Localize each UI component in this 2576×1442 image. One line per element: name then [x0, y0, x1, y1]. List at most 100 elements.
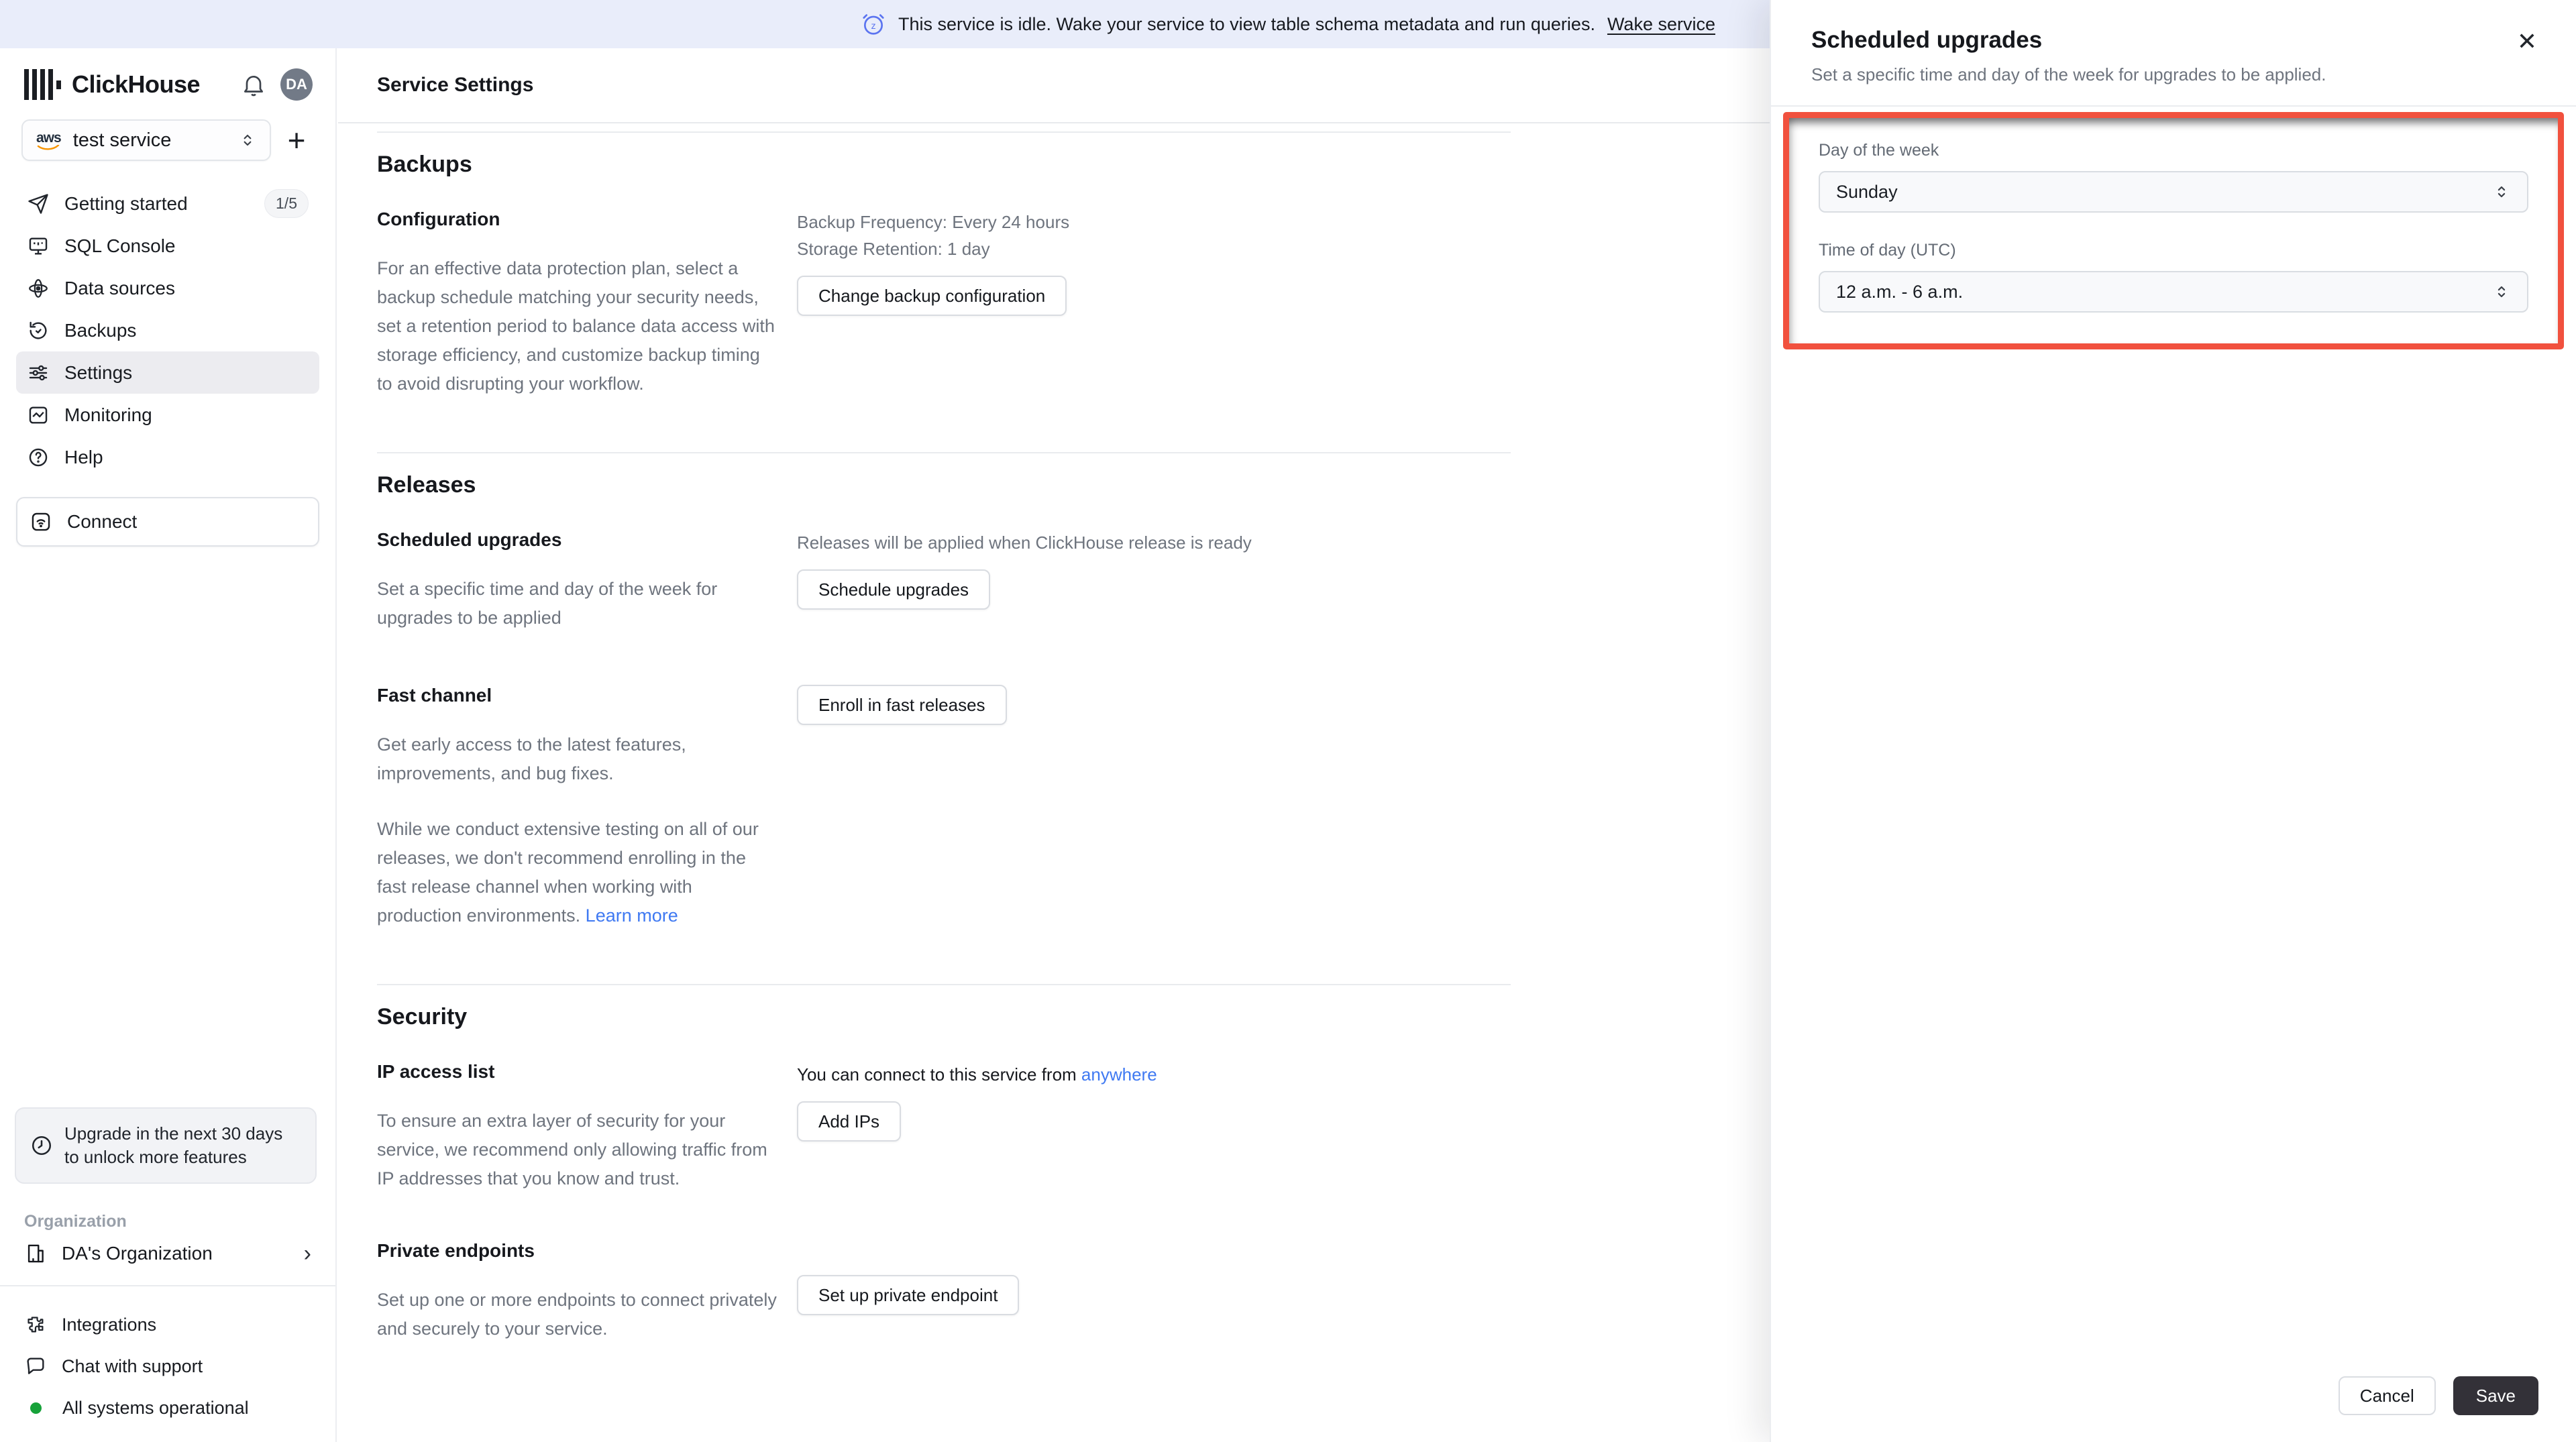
connect-button[interactable]: Connect	[16, 497, 319, 547]
time-of-day-label: Time of day (UTC)	[1819, 241, 1956, 260]
backups-section-heading: Backups	[377, 152, 472, 177]
time-of-day-value: 12 a.m. - 6 a.m.	[1836, 281, 1964, 302]
user-avatar[interactable]: DA	[280, 68, 313, 101]
upgrade-notice-card: Upgrade in the next 30 days to unlock mo…	[15, 1107, 317, 1184]
ip-access-list-row: IP access list To ensure an extra layer …	[377, 1061, 1511, 1193]
status-ok-dot-icon	[30, 1402, 42, 1414]
backups-configuration-row: Configuration For an effective data prot…	[377, 209, 1511, 398]
change-backup-configuration-button[interactable]: Change backup configuration	[797, 276, 1067, 316]
configuration-label: Configuration	[377, 209, 500, 229]
alarm-clock-icon: z	[863, 14, 884, 35]
chevron-updown-icon	[2498, 186, 2506, 198]
wake-service-link[interactable]: Wake service	[1607, 14, 1715, 35]
console-monitor-icon	[29, 237, 48, 255]
getting-started-progress-badge: 1/5	[264, 189, 309, 218]
day-of-week-select[interactable]: Sunday	[1819, 171, 2528, 213]
puzzle-icon	[28, 1317, 44, 1333]
panel-title: Scheduled upgrades	[1811, 27, 2043, 53]
sidebar-item-backups[interactable]: Backups	[16, 309, 319, 351]
clock-icon	[32, 1135, 52, 1156]
sidebar-footer: Integrations Chat with support All syste…	[0, 1286, 335, 1442]
service-selector[interactable]: aws test service	[21, 119, 271, 161]
status-text: All systems operational	[62, 1397, 249, 1418]
panel-description: Set a specific time and day of the week …	[1811, 64, 2326, 85]
storage-retention-value: Storage Retention: 1 day	[797, 239, 990, 259]
sliders-icon	[29, 365, 48, 380]
time-of-day-select[interactable]: 12 a.m. - 6 a.m.	[1819, 271, 2528, 313]
learn-more-link[interactable]: Learn more	[586, 905, 678, 926]
anywhere-link[interactable]: anywhere	[1081, 1064, 1157, 1085]
sidebar-item-sql-console[interactable]: SQL Console	[16, 225, 319, 267]
chart-icon	[29, 406, 48, 424]
chevron-updown-icon	[2498, 286, 2506, 298]
scheduled-upgrades-description: Set a specific time and day of the week …	[377, 579, 718, 628]
sidebar-item-help[interactable]: Help	[16, 436, 319, 478]
backup-frequency-value: Backup Frequency: Every 24 hours	[797, 212, 1070, 232]
chat-bubble-icon	[27, 1357, 44, 1374]
chevron-right-icon: ›	[303, 1241, 311, 1266]
aws-provider-icon: aws	[36, 131, 62, 150]
backups-description: For an effective data protection plan, s…	[377, 258, 775, 394]
upgrade-notice-text: Upgrade in the next 30 days to unlock mo…	[64, 1123, 283, 1167]
fast-channel-label: Fast channel	[377, 685, 492, 706]
close-icon[interactable]: ✕	[2517, 30, 2537, 54]
day-of-week-label: Day of the week	[1819, 141, 1939, 160]
page-title: Service Settings	[377, 74, 534, 96]
private-endpoints-row: Private endpoints Set up one or more end…	[377, 1240, 1511, 1343]
sidebar-nav: Getting started 1/5 SQL Console Data sou…	[0, 165, 335, 478]
organization-section-label: Organization	[24, 1212, 127, 1231]
divider	[377, 452, 1511, 453]
sidebar-item-getting-started[interactable]: Getting started 1/5	[16, 182, 319, 225]
connect-wrap: Connect	[0, 478, 335, 547]
clickhouse-logo-icon	[24, 68, 61, 101]
releases-section-heading: Releases	[377, 472, 476, 498]
paper-plane-icon	[28, 193, 48, 214]
atom-icon	[29, 278, 48, 298]
fast-channel-row: Fast channel Get early access to the lat…	[377, 685, 1511, 930]
fast-channel-description-1: Get early access to the latest features,…	[377, 734, 686, 783]
history-clock-icon	[30, 321, 47, 339]
time-of-day-field: Time of day (UTC) 12 a.m. - 6 a.m.	[1819, 241, 2528, 313]
enroll-fast-releases-button[interactable]: Enroll in fast releases	[797, 685, 1007, 725]
connect-from-note: You can connect to this service from any…	[797, 1064, 1157, 1085]
releases-note: Releases will be applied when ClickHouse…	[797, 533, 1252, 553]
sidebar-item-chat-support[interactable]: Chat with support	[24, 1345, 311, 1387]
setup-private-endpoint-button[interactable]: Set up private endpoint	[797, 1275, 1020, 1315]
scheduled-upgrades-label: Scheduled upgrades	[377, 529, 562, 550]
security-section-heading: Security	[377, 1004, 468, 1030]
notifications-bell-icon[interactable]	[240, 71, 267, 98]
scheduled-upgrades-row: Scheduled upgrades Set a specific time a…	[377, 529, 1511, 632]
schedule-upgrades-button[interactable]: Schedule upgrades	[797, 569, 991, 610]
sidebar-item-data-sources[interactable]: Data sources	[16, 267, 319, 309]
panel-footer: Cancel Save	[2338, 1376, 2538, 1415]
highlight-annotation-box: Day of the week Sunday Time of day (UTC)…	[1783, 112, 2564, 349]
cancel-button[interactable]: Cancel	[2338, 1376, 2436, 1415]
sidebar-item-integrations[interactable]: Integrations	[24, 1304, 311, 1345]
brand-title: ClickHouse	[72, 70, 201, 98]
ip-access-list-description: To ensure an extra layer of security for…	[377, 1111, 767, 1188]
service-selector-row: aws test service +	[0, 115, 335, 165]
sidebar-header: ClickHouse DA	[0, 48, 335, 115]
fast-channel-description-2: While we conduct extensive testing on al…	[377, 819, 759, 926]
organization-switcher[interactable]: DA's Organization ›	[0, 1242, 335, 1285]
sidebar-item-monitoring[interactable]: Monitoring	[16, 394, 319, 436]
sidebar: ClickHouse DA aws test service + Getting…	[0, 48, 337, 1442]
banner-text: This service is idle. Wake your service …	[898, 13, 1595, 34]
settings-content: Backups Configuration For an effective d…	[338, 131, 1511, 1343]
private-endpoints-description: Set up one or more endpoints to connect …	[377, 1290, 777, 1339]
divider	[377, 984, 1511, 985]
day-of-week-field: Day of the week Sunday	[1819, 141, 2528, 213]
wifi-box-icon	[32, 512, 50, 531]
svg-text:z: z	[871, 21, 875, 32]
sidebar-item-settings[interactable]: Settings	[16, 351, 319, 394]
day-of-week-value: Sunday	[1836, 181, 1898, 202]
add-ips-button[interactable]: Add IPs	[797, 1101, 902, 1142]
organization-name: DA's Organization	[62, 1243, 213, 1264]
divider	[377, 131, 1511, 133]
service-name: test service	[72, 129, 172, 151]
save-button[interactable]: Save	[2453, 1376, 2538, 1415]
building-icon	[28, 1244, 44, 1263]
chevron-updown-icon	[244, 134, 252, 146]
add-service-button[interactable]: +	[276, 120, 317, 160]
sidebar-item-system-status[interactable]: All systems operational	[24, 1387, 311, 1429]
